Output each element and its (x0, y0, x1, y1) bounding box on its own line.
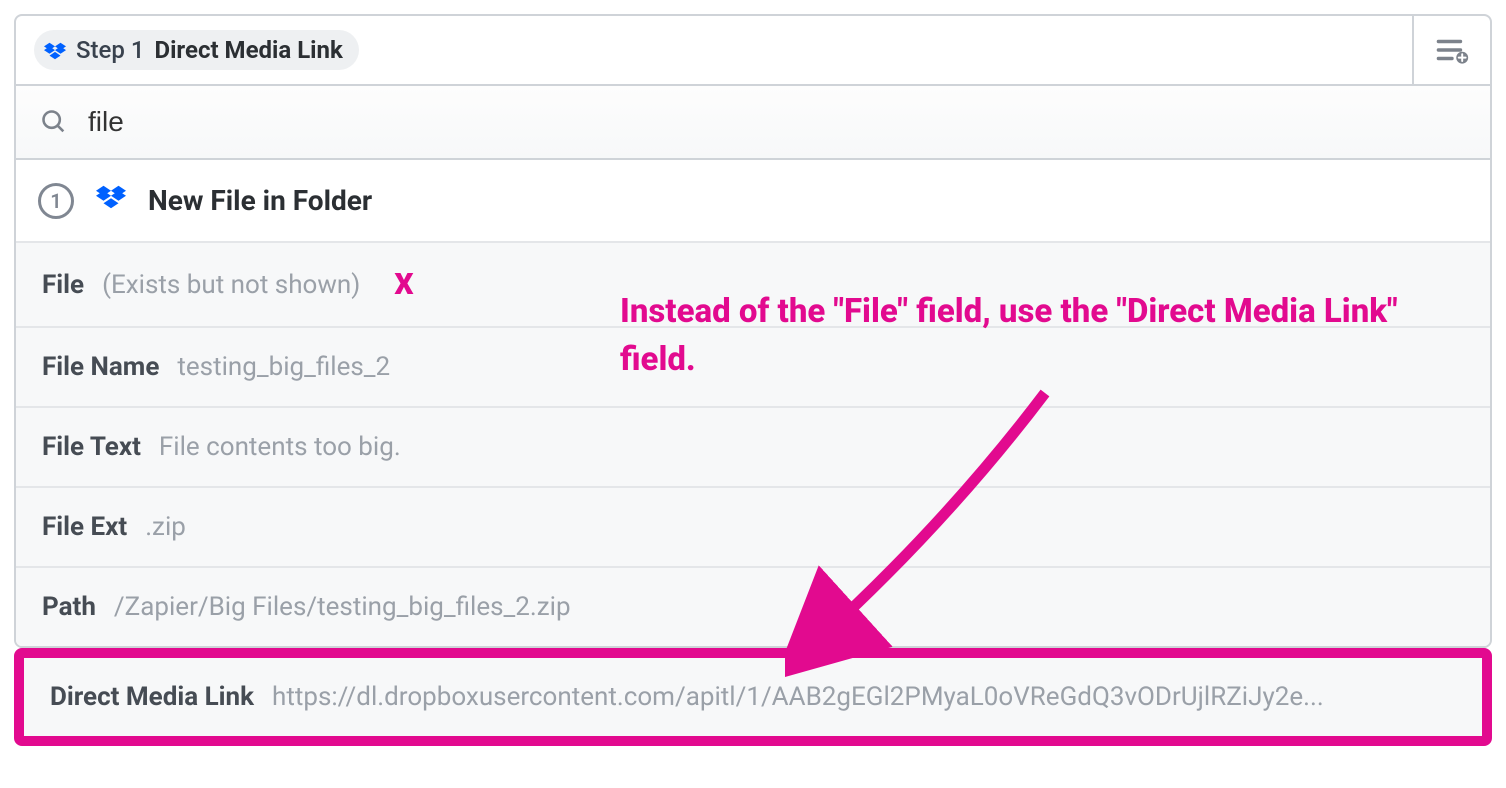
field-value: https://dl.dropboxusercontent.com/apitl/… (272, 682, 1324, 712)
field-value: (Exists but not shown) (102, 270, 360, 300)
add-field-button[interactable] (1412, 16, 1490, 86)
field-name: File Text (42, 432, 141, 462)
dropbox-icon (44, 39, 66, 61)
field-name: File Name (42, 352, 159, 382)
pill-row: Step 1 Direct Media Link (16, 16, 1412, 86)
search-input[interactable] (88, 106, 1466, 138)
source-header[interactable]: 1 New File in Folder (16, 160, 1490, 243)
step-pill[interactable]: Step 1 Direct Media Link (34, 30, 359, 70)
source-title: New File in Folder (148, 184, 372, 217)
search-icon (40, 108, 68, 136)
step-label: Step 1 (76, 36, 144, 64)
topbar: Step 1 Direct Media Link (16, 16, 1490, 86)
step-value: Direct Media Link (154, 36, 342, 64)
field-row-file[interactable]: File (Exists but not shown) X (16, 243, 1490, 328)
field-row-file-ext[interactable]: File Ext .zip (16, 488, 1490, 568)
field-value: File contents too big. (159, 432, 401, 462)
field-name: File (42, 270, 84, 300)
x-annotation-icon: X (394, 267, 413, 302)
list-plus-icon (1435, 36, 1469, 64)
field-row-file-name[interactable]: File Name testing_big_files_2 (16, 328, 1490, 408)
highlight-annotation-box: Direct Media Link https://dl.dropboxuser… (14, 648, 1492, 746)
field-name: File Ext (42, 512, 127, 542)
step-number-badge: 1 (38, 183, 74, 219)
field-name: Path (42, 592, 96, 622)
field-picker-panel: Step 1 Direct Media Link (14, 14, 1492, 648)
field-value: testing_big_files_2 (177, 352, 390, 382)
field-row-direct-media-link[interactable]: Direct Media Link https://dl.dropboxuser… (24, 658, 1482, 736)
field-row-file-text[interactable]: File Text File contents too big. (16, 408, 1490, 488)
field-name: Direct Media Link (50, 682, 254, 712)
field-value: /Zapier/Big Files/testing_big_files_2.zi… (114, 592, 571, 622)
field-row-path[interactable]: Path /Zapier/Big Files/testing_big_files… (16, 568, 1490, 646)
field-value: .zip (145, 512, 186, 542)
search-row (16, 86, 1490, 160)
dropbox-icon (96, 182, 126, 219)
